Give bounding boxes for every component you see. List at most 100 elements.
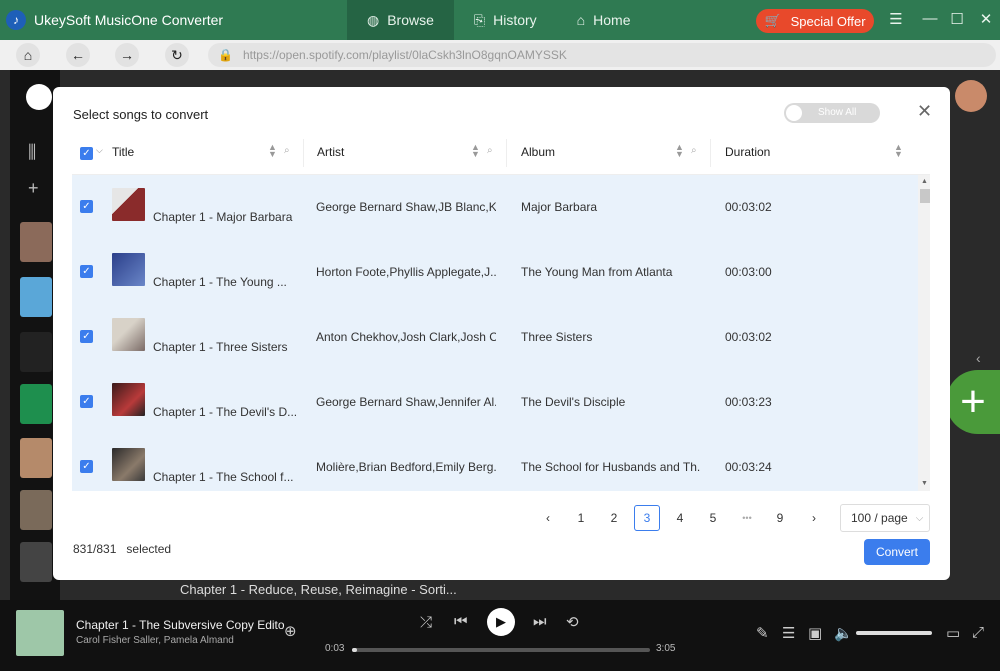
play-button[interactable]: ▶ <box>487 608 515 636</box>
sort-icon[interactable]: ▲ ▼ <box>675 143 684 159</box>
chevron-down-icon[interactable]: ⌵ <box>96 145 103 156</box>
device-icon[interactable]: ▣ <box>808 624 822 642</box>
back-button[interactable]: ← <box>66 43 90 67</box>
page-button[interactable]: 5 <box>700 505 726 531</box>
track-cover <box>112 188 145 221</box>
check-icon: ✓ <box>82 461 91 472</box>
scroll-thumb[interactable] <box>920 189 930 203</box>
table-row[interactable]: ✓ Chapter 1 - The Devil's D... George Be… <box>72 370 918 435</box>
tab-history-label: History <box>493 12 537 28</box>
next-page-button[interactable]: › <box>801 505 827 531</box>
page-button[interactable]: 4 <box>667 505 693 531</box>
check-icon: ✓ <box>82 201 91 212</box>
sort-icon[interactable]: ▲ ▼ <box>894 143 903 159</box>
table-row[interactable]: ✓ Chapter 1 - The School f... Molière,Br… <box>72 435 918 491</box>
sort-icon[interactable]: ▲ ▼ <box>471 143 480 159</box>
special-offer-button[interactable]: 🛒 Special Offer <box>756 9 874 33</box>
tab-browse[interactable]: ◍ Browse <box>347 0 454 40</box>
progress-bar[interactable] <box>352 648 650 652</box>
row-checkbox[interactable]: ✓ <box>80 265 93 278</box>
browser-toolbar: ⌂ ← → ↻ 🔒 https://open.spotify.com/playl… <box>0 40 1000 70</box>
track-artist: Molière,Brian Bedford,Emily Berg... <box>316 460 496 474</box>
scroll-up-icon[interactable]: ▲ <box>921 178 928 185</box>
search-icon[interactable]: ⌕ <box>691 145 697 156</box>
maximize-icon[interactable]: ☐ <box>947 10 967 28</box>
toggle-knob <box>786 105 802 121</box>
now-playing-title: Chapter 1 - The Subversive Copy Edito <box>76 618 285 632</box>
minimize-icon[interactable]: — <box>920 10 940 27</box>
previous-icon[interactable]: ⏮ <box>454 613 468 630</box>
app-title: UkeySoft MusicOne Converter <box>34 12 224 28</box>
repeat-icon[interactable]: ⟲ <box>566 613 579 631</box>
reload-button[interactable]: ↻ <box>165 43 189 67</box>
track-duration: 00:03:00 <box>725 265 772 279</box>
page-button[interactable]: 9 <box>767 505 793 531</box>
close-window-icon[interactable]: ✕ <box>976 10 996 28</box>
mic-icon[interactable]: ✎ <box>756 624 769 642</box>
select-songs-dialog: Select songs to convert Show All ✕ ✓ ⌵ T… <box>53 87 950 580</box>
search-icon[interactable]: ⌕ <box>284 145 290 156</box>
table-scrollbar[interactable]: ▲ ▼ <box>918 175 930 491</box>
track-cover <box>112 253 145 286</box>
forward-button[interactable]: → <box>115 43 139 67</box>
check-icon: ✓ <box>82 148 91 159</box>
fullscreen-icon[interactable]: ⤢ <box>972 624 984 641</box>
column-divider <box>303 139 304 167</box>
reload-icon: ↻ <box>171 46 183 63</box>
page-size-select[interactable]: 100 / page ⌵ <box>840 504 930 532</box>
row-checkbox[interactable]: ✓ <box>80 395 93 408</box>
chevron-left-icon[interactable]: ‹ <box>976 350 981 366</box>
check-icon: ✓ <box>82 331 91 342</box>
volume-slider[interactable] <box>856 631 932 635</box>
page-button-current[interactable]: 3 <box>634 505 660 531</box>
add-circle-icon[interactable]: ⊕ <box>284 622 297 640</box>
sort-icon[interactable]: ▲ ▼ <box>268 143 277 159</box>
select-all-checkbox[interactable]: ✓ <box>80 147 93 160</box>
page-ellipsis[interactable]: ••• <box>734 505 760 531</box>
prev-page-button[interactable]: ‹ <box>535 505 561 531</box>
globe-icon: ◍ <box>367 11 380 28</box>
url-bar[interactable]: 🔒 https://open.spotify.com/playlist/0laC… <box>208 43 996 67</box>
track-album: The School for Husbands and Th... <box>521 460 701 474</box>
row-checkbox[interactable]: ✓ <box>80 330 93 343</box>
column-album: Album <box>521 145 556 159</box>
arrow-left-icon: ← <box>71 47 85 63</box>
show-all-toggle[interactable]: Show All <box>784 103 880 123</box>
play-icon: ▶ <box>496 614 506 629</box>
row-checkbox[interactable]: ✓ <box>80 460 93 473</box>
tab-history[interactable]: ⎘ History <box>454 0 557 40</box>
search-icon[interactable]: ⌕ <box>487 145 493 156</box>
tab-home[interactable]: ⌂ Home <box>557 0 651 40</box>
playlist-thumb <box>20 332 52 372</box>
track-cover <box>112 318 145 351</box>
queue-icon[interactable]: ☰ <box>782 624 795 642</box>
next-icon[interactable]: ⏭ <box>533 613 547 630</box>
house-icon: ⌂ <box>23 47 33 63</box>
track-title: Chapter 1 - Major Barbara <box>153 210 293 224</box>
special-offer-label: Special Offer <box>790 13 866 29</box>
track-album: Three Sisters <box>521 330 593 344</box>
home-button[interactable]: ⌂ <box>16 43 40 67</box>
row-checkbox[interactable]: ✓ <box>80 200 93 213</box>
table-row[interactable]: ✓ Chapter 1 - Major Barbara George Berna… <box>72 175 918 240</box>
track-duration: 00:03:23 <box>725 395 772 409</box>
playlist-thumb <box>20 438 52 478</box>
page-button[interactable]: 1 <box>568 505 594 531</box>
table-row[interactable]: ✓ Chapter 1 - Three Sisters Anton Chekho… <box>72 305 918 370</box>
shuffle-icon[interactable]: ⤮ <box>420 614 432 631</box>
volume-icon[interactable]: 🔈 <box>834 624 853 642</box>
page-button[interactable]: 2 <box>601 505 627 531</box>
convert-button[interactable]: Convert <box>864 539 930 565</box>
menu-icon[interactable]: ☰ <box>886 10 906 28</box>
table-row[interactable]: ✓ Chapter 1 - The Young ... Horton Foote… <box>72 240 918 305</box>
selected-label: selected <box>126 542 172 556</box>
column-title: Title <box>112 145 135 159</box>
avatar[interactable] <box>955 80 987 112</box>
close-icon[interactable]: ✕ <box>917 101 932 122</box>
scroll-down-icon[interactable]: ▼ <box>921 480 928 487</box>
now-playing-artist: Carol Fisher Saller, Pamela Almand <box>76 635 234 646</box>
mini-player-icon[interactable]: ▭ <box>946 624 960 642</box>
track-duration: 00:03:24 <box>725 460 772 474</box>
playlist-thumb <box>20 222 52 262</box>
add-to-convert-button[interactable]: + <box>946 370 1000 434</box>
